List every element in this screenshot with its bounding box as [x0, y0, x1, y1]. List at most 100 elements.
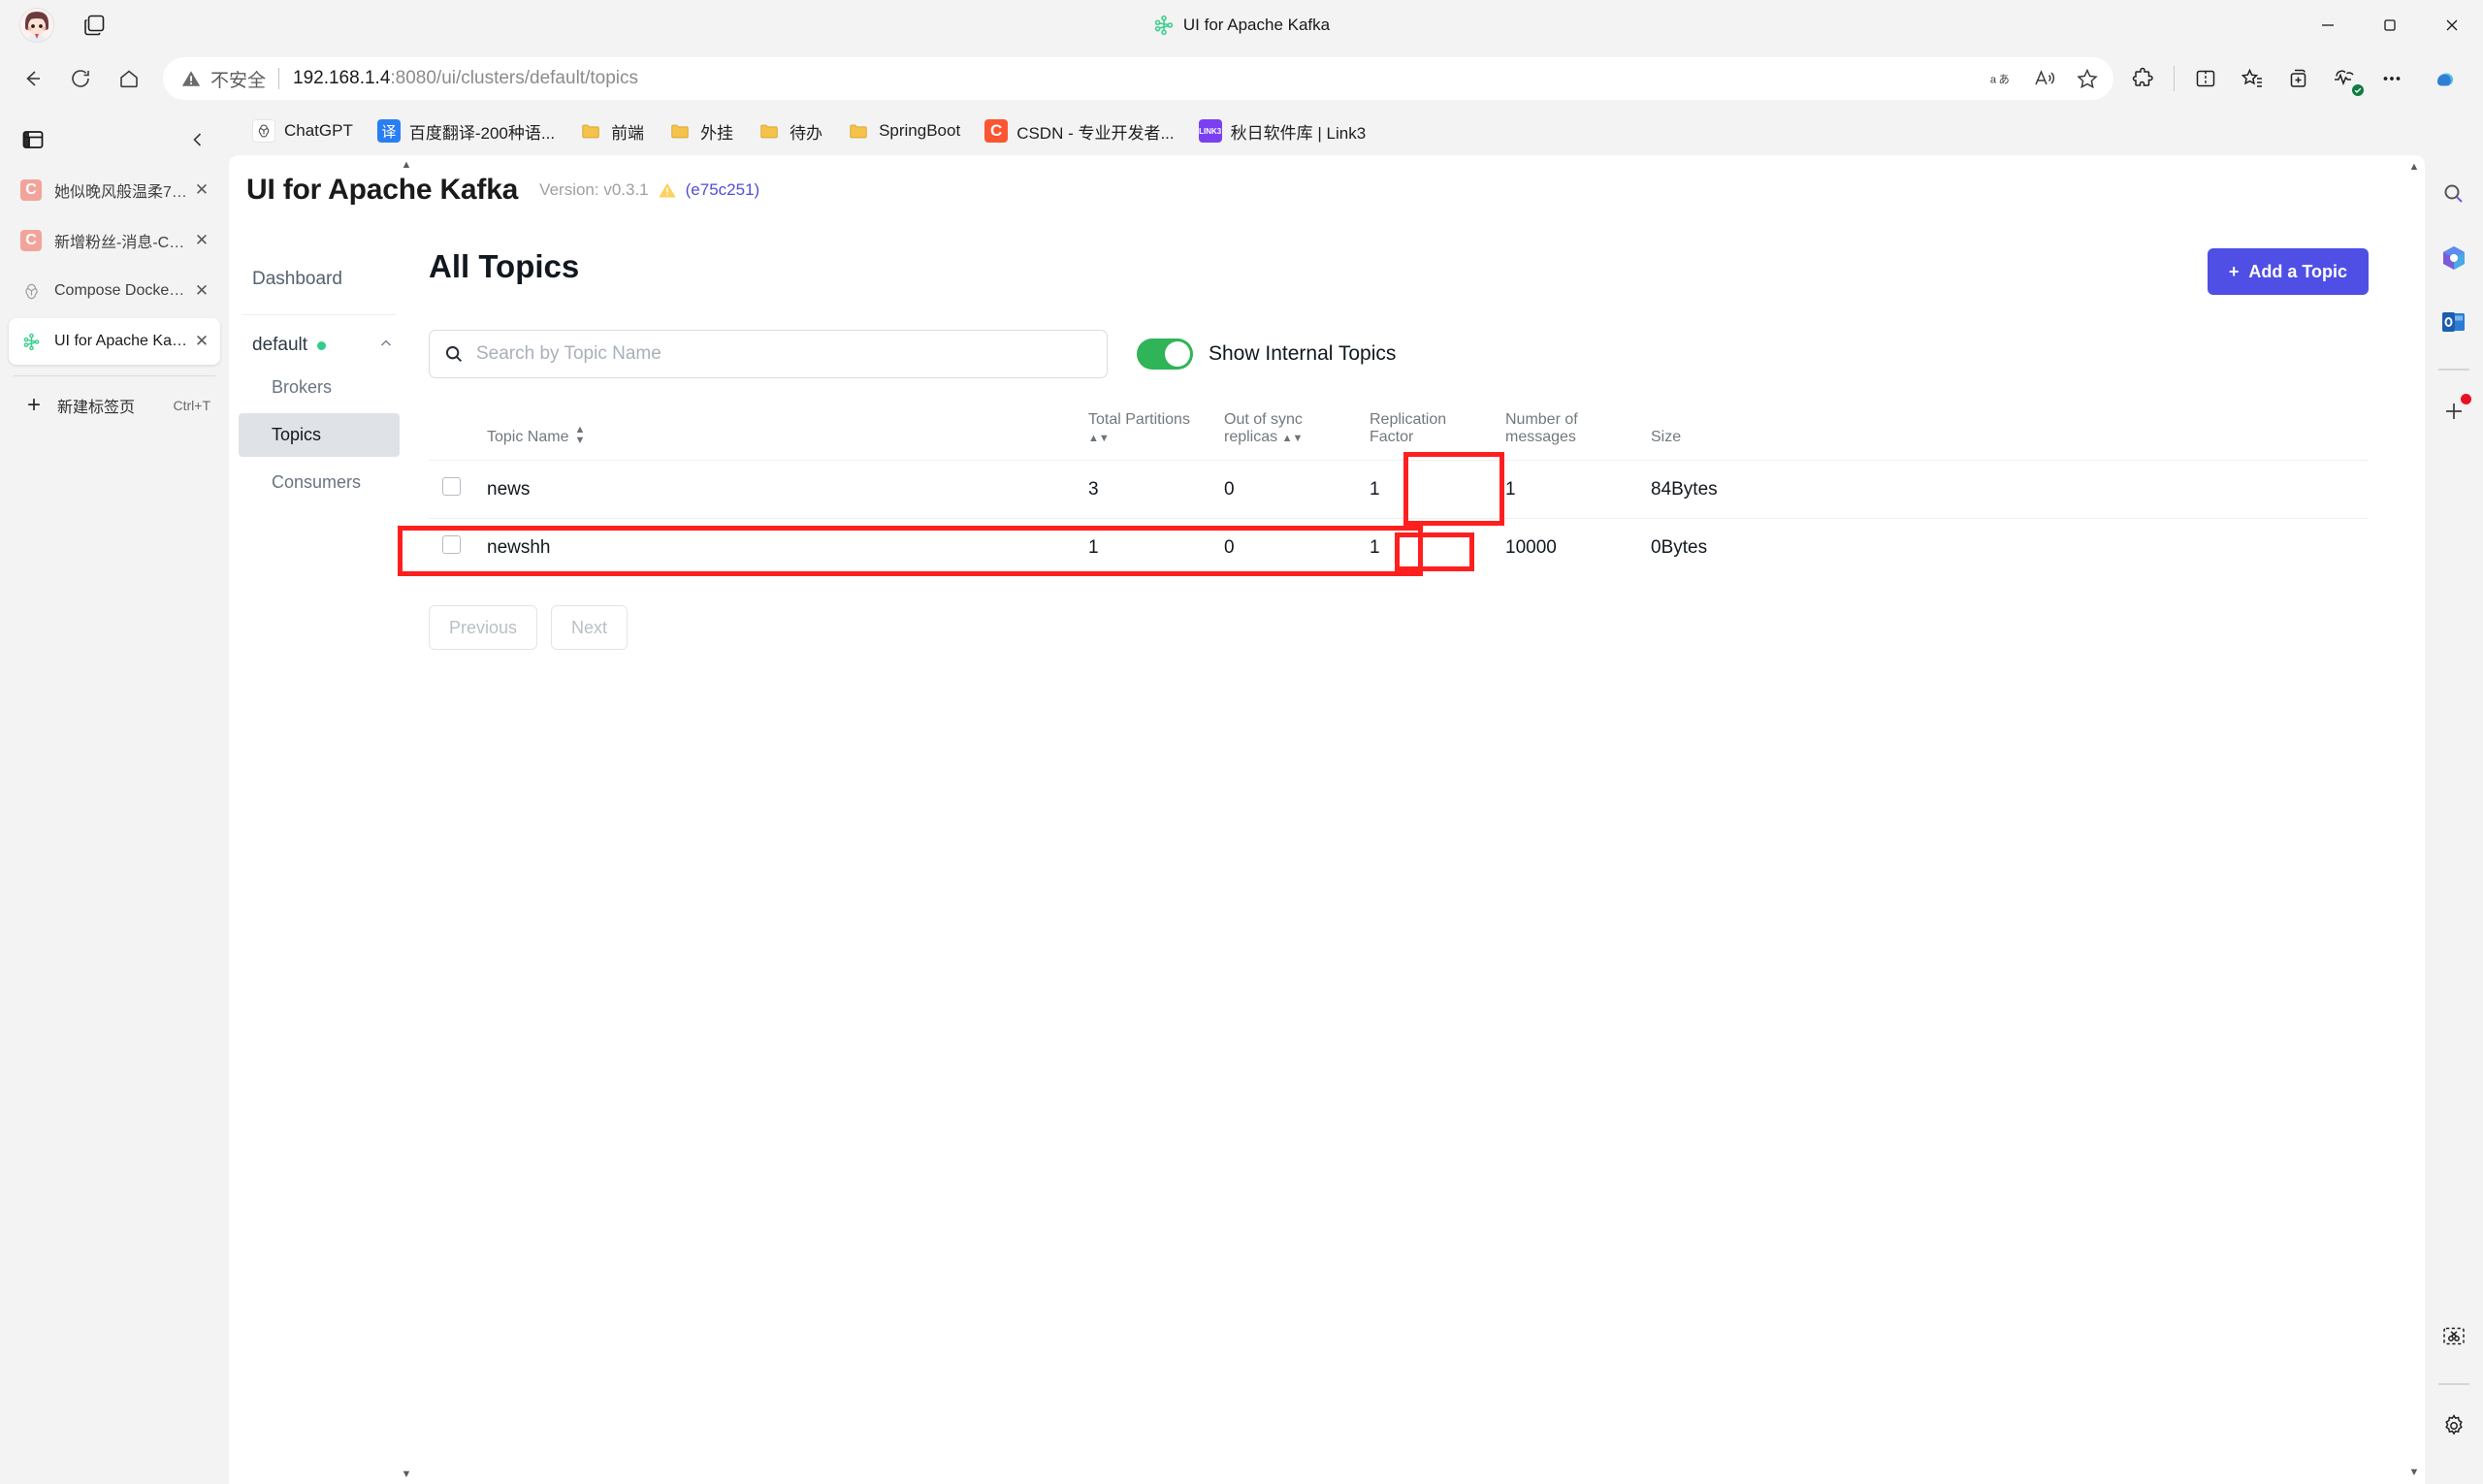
- search-icon: [445, 345, 463, 363]
- url-bar[interactable]: 不安全 192.168.1.4:8080/ui/clusters/default…: [163, 57, 2113, 100]
- th-total-partitions[interactable]: Total Partitions ▲▼: [1080, 402, 1216, 461]
- minimize-button[interactable]: [2297, 0, 2359, 50]
- tab-item[interactable]: C 她似晚风般温柔789-CSDN博客 ✕: [9, 167, 220, 213]
- row-checkbox[interactable]: [442, 477, 461, 496]
- row-checkbox-cell[interactable]: [429, 460, 479, 519]
- cell-topic-name[interactable]: news: [479, 460, 1080, 519]
- commit-link[interactable]: (e75c251): [686, 180, 760, 200]
- cell-number-of-messages: 10000: [1498, 518, 1643, 576]
- add-topic-label: Add a Topic: [2248, 261, 2347, 281]
- sort-icon[interactable]: ▲▼: [574, 425, 585, 446]
- cell-topic-name[interactable]: newshh: [479, 518, 1080, 576]
- sort-icon[interactable]: ▲▼: [1088, 434, 1110, 444]
- tab-close-icon[interactable]: ✕: [189, 329, 214, 354]
- url-host: 192.168.1.4: [293, 68, 391, 88]
- sidebar-item-brokers[interactable]: Brokers: [239, 366, 400, 409]
- page-viewport: UI for Apache Kafka Version: v0.3.1 (e75…: [229, 155, 2483, 1484]
- browser-essentials-icon[interactable]: [2324, 57, 2367, 100]
- bookmark-folder[interactable]: 前端: [569, 113, 654, 149]
- previous-page-button[interactable]: Previous: [429, 605, 538, 650]
- bookmark-item[interactable]: LINK3 秋日软件库 | Link3: [1189, 113, 1376, 149]
- table-body: news 3 0 1 1 84Bytes newshh 1 0 1 10000 …: [429, 460, 2369, 576]
- settings-and-more-icon[interactable]: [2370, 57, 2413, 100]
- tab-actions-icon[interactable]: [76, 8, 114, 43]
- tab-item-active[interactable]: UI for Apache Kafka ✕: [9, 318, 220, 365]
- next-page-button[interactable]: Next: [551, 605, 629, 650]
- add-to-collection-icon[interactable]: [2277, 57, 2320, 100]
- chevron-up-icon[interactable]: [378, 336, 394, 355]
- pagination: Previous Next: [429, 605, 2369, 650]
- th-out-of-sync-replicas[interactable]: Out of sync replicas ▲▼: [1216, 402, 1362, 461]
- bookmark-folder[interactable]: 待办: [748, 113, 832, 149]
- extensions-icon[interactable]: [2121, 57, 2164, 100]
- sidebar-item-topics[interactable]: Topics: [239, 413, 400, 457]
- omnibox-divider: [278, 68, 280, 89]
- scroll-down-icon[interactable]: ▼: [2409, 1467, 2420, 1478]
- bookmark-folder[interactable]: 外挂: [659, 113, 743, 149]
- toggle-switch[interactable]: [1137, 339, 1193, 370]
- scroll-up-icon[interactable]: ▲: [2409, 161, 2420, 173]
- cluster-name: default: [252, 335, 308, 355]
- sidebar-item-consumers[interactable]: Consumers: [239, 461, 400, 504]
- split-screen-icon[interactable]: [2184, 57, 2227, 100]
- kafka-icon: [20, 331, 42, 352]
- home-button[interactable]: [107, 56, 151, 101]
- add-topic-button[interactable]: + Add a Topic: [2207, 248, 2369, 295]
- bookmark-label: 前端: [611, 123, 645, 143]
- bookmark-folder[interactable]: SpringBoot: [837, 113, 970, 148]
- tab-close-icon[interactable]: ✕: [189, 228, 214, 253]
- collections-icon[interactable]: [2231, 57, 2273, 100]
- bookmark-label: ChatGPT: [284, 121, 353, 140]
- back-button[interactable]: [10, 56, 54, 101]
- plus-icon: +: [26, 392, 41, 418]
- bookmarks-bar: ChatGPT 译 百度翻译-200种语... 前端 外挂 待办 SpringB…: [229, 107, 2483, 155]
- table-row[interactable]: newshh 1 0 1 10000 0Bytes: [429, 518, 2369, 576]
- reload-button[interactable]: [58, 56, 103, 101]
- add-sidebar-app-icon[interactable]: [2433, 390, 2475, 433]
- favorite-star-icon[interactable]: [2067, 60, 2108, 97]
- vertical-tab-strip: C 她似晚风般温柔789-CSDN博客 ✕ C 新增粉丝-消息-CSDN ✕: [0, 107, 229, 1484]
- copilot-icon[interactable]: [2423, 56, 2467, 101]
- microsoft365-icon[interactable]: [2433, 237, 2475, 279]
- screenshot-icon[interactable]: [2433, 1315, 2475, 1358]
- read-aloud-icon[interactable]: [2024, 60, 2065, 97]
- window-title: UI for Apache Kafka: [1182, 16, 1331, 34]
- row-checkbox-cell[interactable]: [429, 518, 479, 576]
- row-checkbox[interactable]: [442, 535, 461, 554]
- search-input[interactable]: Search by Topic Name: [429, 330, 1108, 378]
- outlook-icon[interactable]: [2433, 301, 2475, 343]
- table-row[interactable]: news 3 0 1 1 84Bytes: [429, 460, 2369, 519]
- sidebar-cluster-default[interactable]: default: [229, 327, 409, 364]
- th-topic-name[interactable]: Topic Name ▲ ▼: [479, 402, 1080, 461]
- link3-icon: LINK3: [1198, 119, 1222, 143]
- th-replication-factor: Replication Factor: [1362, 402, 1498, 461]
- toggle-tab-panel-icon[interactable]: [14, 120, 52, 159]
- security-indicator[interactable]: 不安全: [180, 66, 266, 92]
- profile-avatar[interactable]: [19, 8, 54, 43]
- th-number-of-messages-label: Number of messages: [1505, 411, 1578, 445]
- maximize-button[interactable]: [2359, 0, 2421, 50]
- sort-icon[interactable]: ▲▼: [1282, 434, 1304, 444]
- topics-table: Topic Name ▲ ▼ Total Partitions ▲▼ Out o…: [429, 402, 2369, 576]
- sidebar-search-icon[interactable]: [2433, 173, 2475, 215]
- new-tab-button[interactable]: + 新建标签页 Ctrl+T: [9, 383, 220, 428]
- tab-item[interactable]: Compose Docker File ✕: [9, 268, 220, 314]
- warning-triangle-icon: [181, 71, 201, 86]
- bookmark-label: 秋日软件库 | Link3: [1230, 123, 1367, 143]
- translate-icon[interactable]: aあ: [1982, 60, 2022, 97]
- content-column: ChatGPT 译 百度翻译-200种语... 前端 外挂 待办 SpringB…: [229, 107, 2483, 1484]
- tab-close-icon[interactable]: ✕: [189, 278, 214, 304]
- close-button[interactable]: [2421, 0, 2483, 50]
- tab-item[interactable]: C 新增粉丝-消息-CSDN ✕: [9, 217, 220, 264]
- show-internal-topics-toggle[interactable]: Show Internal Topics: [1137, 339, 1396, 370]
- bookmark-item[interactable]: ChatGPT: [242, 113, 363, 148]
- bookmark-item[interactable]: 译 百度翻译-200种语...: [368, 113, 564, 149]
- sidebar-item-dashboard[interactable]: Dashboard: [229, 258, 409, 301]
- collapse-sidebar-icon[interactable]: [180, 122, 215, 157]
- page-scrollbar[interactable]: ▲ ▼: [2403, 155, 2425, 1484]
- sidebar-settings-icon[interactable]: [2433, 1404, 2475, 1447]
- scroll-up-icon[interactable]: ▲: [402, 159, 412, 171]
- vertical-tabs-header: [0, 114, 229, 165]
- bookmark-item[interactable]: C CSDN - 专业开发者...: [975, 113, 1183, 149]
- tab-close-icon[interactable]: ✕: [189, 177, 214, 203]
